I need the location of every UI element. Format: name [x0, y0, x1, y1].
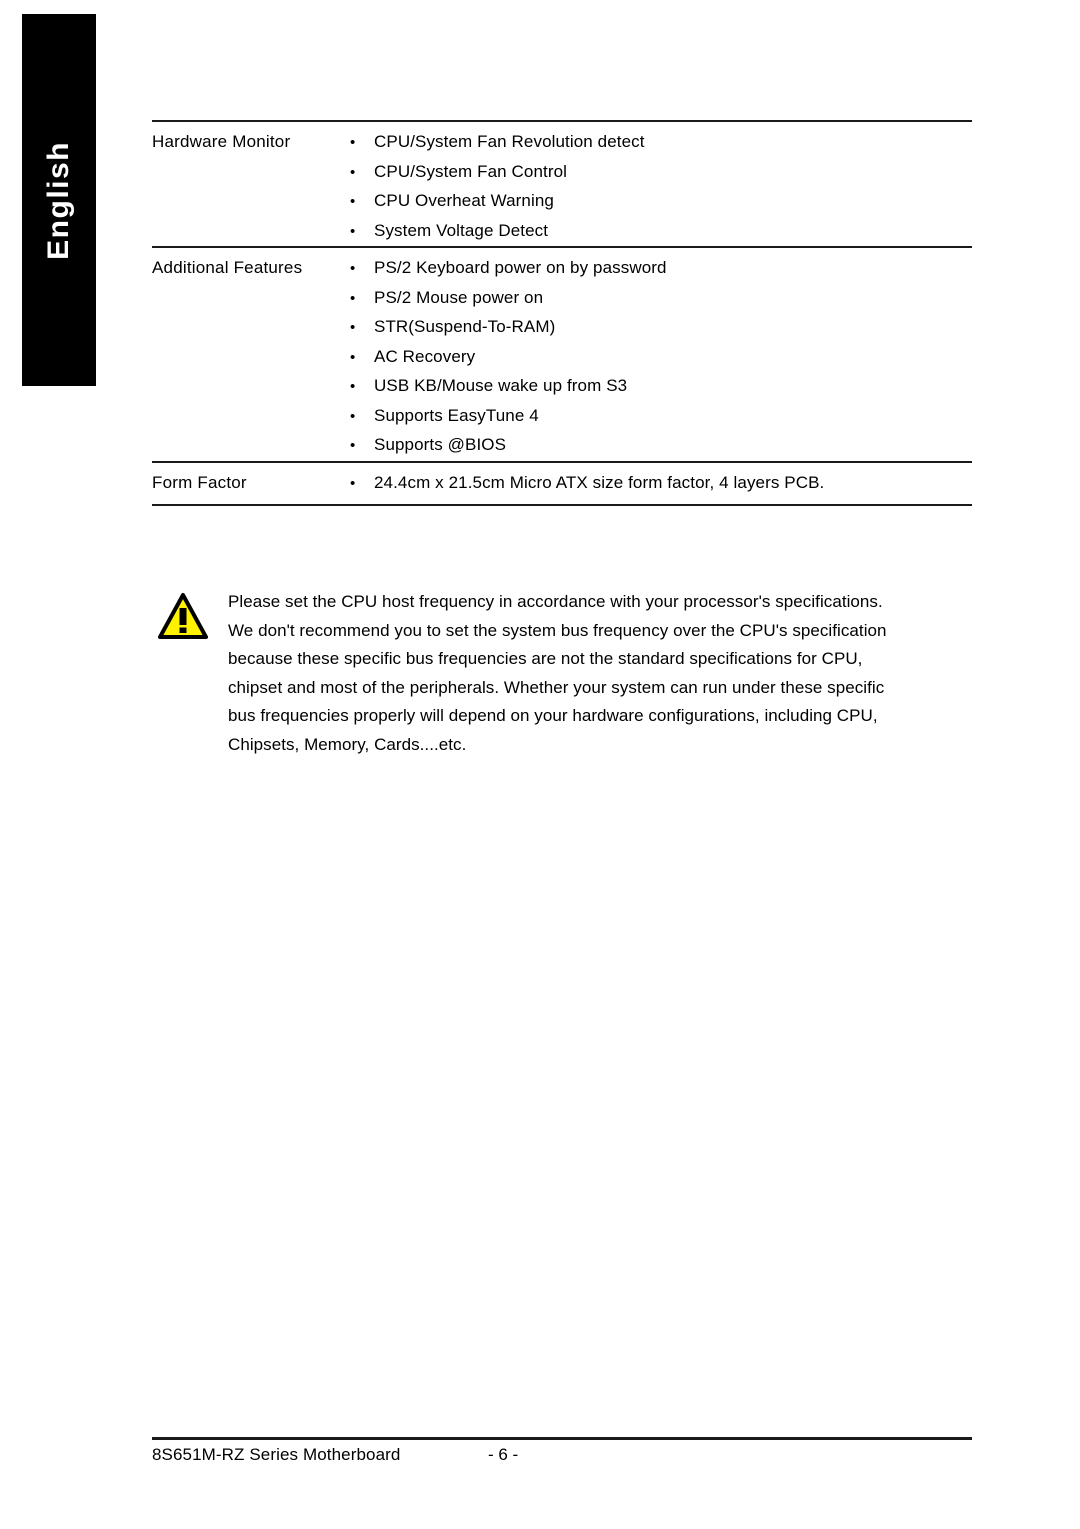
list-item: • System Voltage Detect	[350, 217, 972, 247]
list-item: • Supports EasyTune 4	[350, 402, 972, 432]
spec-item-text: Supports EasyTune 4	[374, 405, 539, 425]
spec-item-text: System Voltage Detect	[374, 220, 549, 240]
warning-note-line: because these specific bus frequencies a…	[228, 649, 863, 668]
spec-section-hardware-monitor: Hardware Monitor • CPU/System Fan Revolu…	[152, 120, 972, 246]
spec-label-form-factor: Form Factor	[152, 472, 247, 492]
language-tab: English	[22, 14, 96, 386]
list-item: • Supports @BIOS	[350, 431, 972, 461]
bullet-icon: •	[350, 319, 356, 336]
list-item: • 24.4cm x 21.5cm Micro ATX size form fa…	[350, 469, 972, 499]
spec-item-text: PS/2 Keyboard power on by password	[374, 258, 667, 277]
list-item: • CPU/System Fan Control	[350, 158, 972, 188]
spec-items-hardware-monitor: • CPU/System Fan Revolution detect • CPU…	[350, 126, 972, 246]
bullet-icon: •	[350, 163, 356, 181]
bullet-icon: •	[350, 378, 356, 395]
list-item: • USB KB/Mouse wake up from S3	[350, 372, 972, 402]
spec-item-text: CPU/System Fan Revolution detect	[374, 132, 645, 151]
warning-note-line: We don't recommend you to set the system…	[228, 620, 887, 640]
spec-item-text: PS/2 Mouse power on	[374, 287, 544, 307]
list-item: • CPU Overheat Warning	[350, 187, 972, 217]
bullet-icon: •	[350, 437, 356, 454]
bullet-icon: •	[350, 260, 356, 277]
footer-page-number: - 6 -	[488, 1445, 519, 1464]
warning-note-line: bus frequencies properly will depend on …	[228, 706, 878, 725]
bullet-icon: •	[350, 222, 356, 240]
bullet-icon: •	[350, 474, 356, 492]
list-item: • STR(Suspend-To-RAM)	[350, 313, 972, 343]
spec-item-text: 24.4cm x 21.5cm Micro ATX size form fact…	[374, 472, 825, 492]
warning-note-line: Chipsets, Memory, Cards....etc.	[228, 734, 467, 754]
list-item: • AC Recovery	[350, 343, 972, 373]
spec-item-text: CPU/System Fan Control	[374, 161, 568, 181]
bullet-icon: •	[350, 193, 356, 210]
spec-item-text: STR(Suspend-To-RAM)	[374, 317, 556, 336]
bullet-icon: •	[350, 348, 356, 366]
list-item: • PS/2 Mouse power on	[350, 284, 972, 314]
specifications-table: Hardware Monitor • CPU/System Fan Revolu…	[152, 120, 972, 506]
spec-section-form-factor: Form Factor • 24.4cm x 21.5cm Micro ATX …	[152, 460, 972, 506]
warning-note-line: chipset and most of the peripherals. Whe…	[228, 677, 885, 697]
list-item: • PS/2 Keyboard power on by password	[350, 254, 972, 284]
spec-items-additional-features: • PS/2 Keyboard power on by password • P…	[350, 252, 972, 461]
page-footer: 8S651M-RZ Series Motherboard - 6 -	[152, 1437, 972, 1471]
warning-note-line: Please set the CPU host frequency in acc…	[228, 592, 883, 611]
spec-section-additional-features: Additional Features • PS/2 Keyboard powe…	[152, 246, 972, 461]
spec-item-text: Supports @BIOS	[374, 435, 507, 454]
warning-note: Please set the CPU host frequency in acc…	[158, 588, 948, 759]
warning-note-text: Please set the CPU host frequency in acc…	[228, 588, 940, 759]
language-tab-label: English	[42, 140, 75, 260]
spec-item-text: USB KB/Mouse wake up from S3	[374, 376, 628, 395]
warning-triangle-icon	[158, 592, 208, 640]
spec-label-additional-features: Additional Features	[152, 258, 303, 277]
footer-document-title: 8S651M-RZ Series Motherboard	[152, 1445, 401, 1464]
bullet-icon: •	[350, 289, 356, 307]
spec-item-text: CPU Overheat Warning	[374, 191, 554, 210]
bullet-icon: •	[350, 134, 356, 151]
spec-label-hardware-monitor: Hardware Monitor	[152, 132, 291, 151]
list-item: • CPU/System Fan Revolution detect	[350, 128, 972, 158]
spec-items-form-factor: • 24.4cm x 21.5cm Micro ATX size form fa…	[350, 467, 972, 499]
bullet-icon: •	[350, 407, 356, 425]
spec-item-text: AC Recovery	[374, 346, 476, 366]
